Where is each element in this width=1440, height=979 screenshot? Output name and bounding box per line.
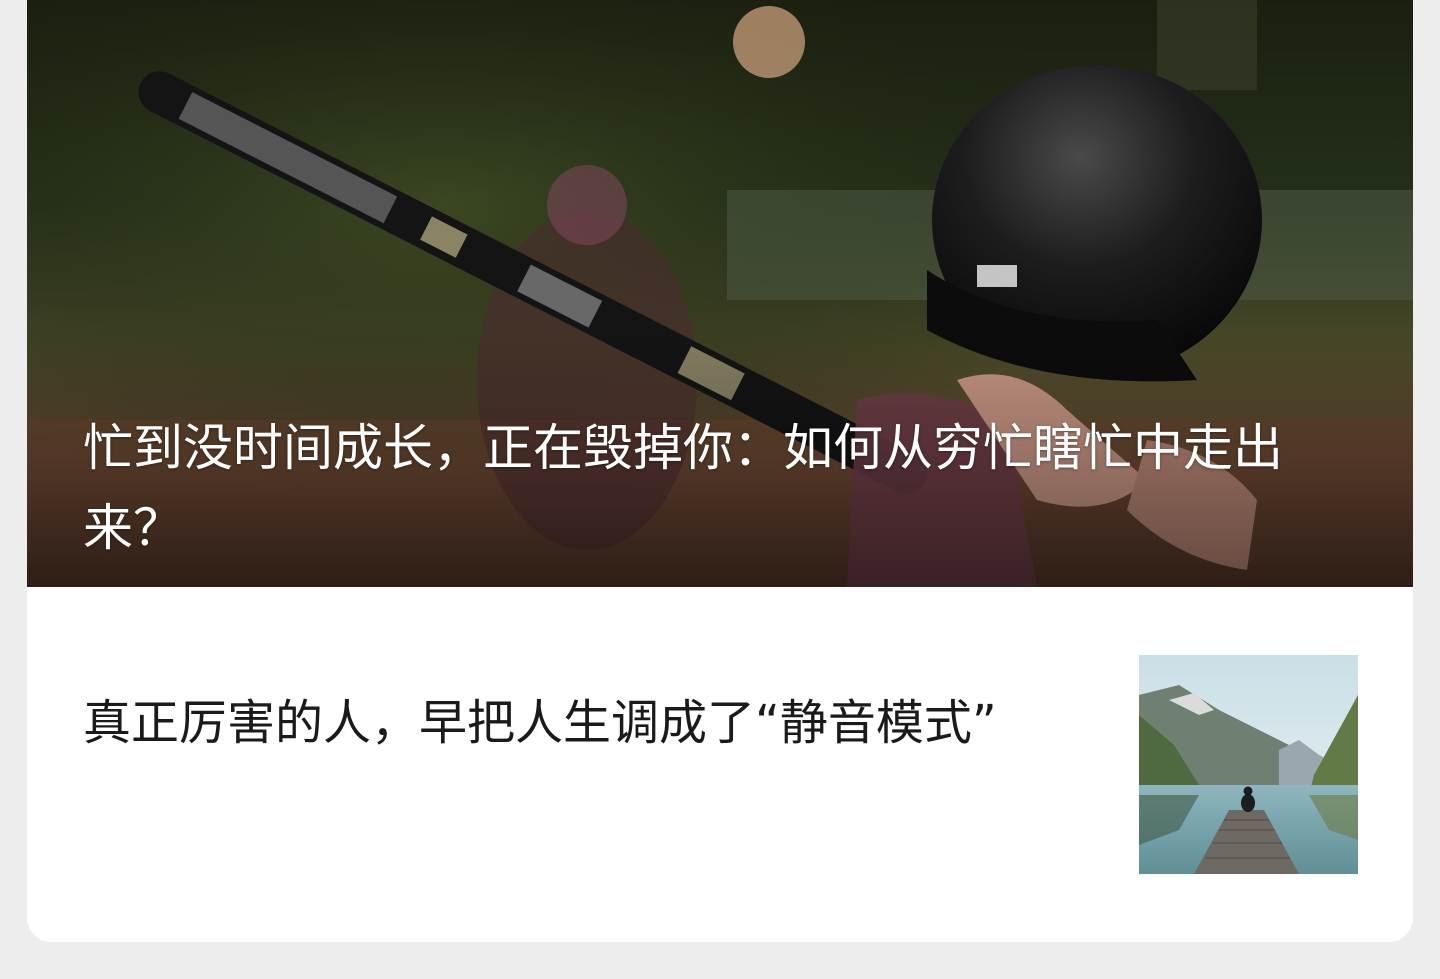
article-feed-card: 忙到没时间成长，正在毁掉你：如何从穷忙瞎忙中走出来？ 真正厉害的人，早把人生调成…	[27, 0, 1413, 942]
article-thumbnail	[1139, 655, 1358, 874]
article-title: 真正厉害的人，早把人生调成了“静音模式”	[83, 695, 997, 751]
mountain-lake-dock-photo	[1139, 655, 1358, 874]
featured-article[interactable]: 忙到没时间成长，正在毁掉你：如何从穷忙瞎忙中走出来？	[27, 0, 1413, 587]
article-list-item[interactable]: 真正厉害的人，早把人生调成了“静音模式”	[27, 587, 1413, 942]
featured-article-title: 忙到没时间成长，正在毁掉你：如何从穷忙瞎忙中走出来？	[83, 419, 1283, 557]
